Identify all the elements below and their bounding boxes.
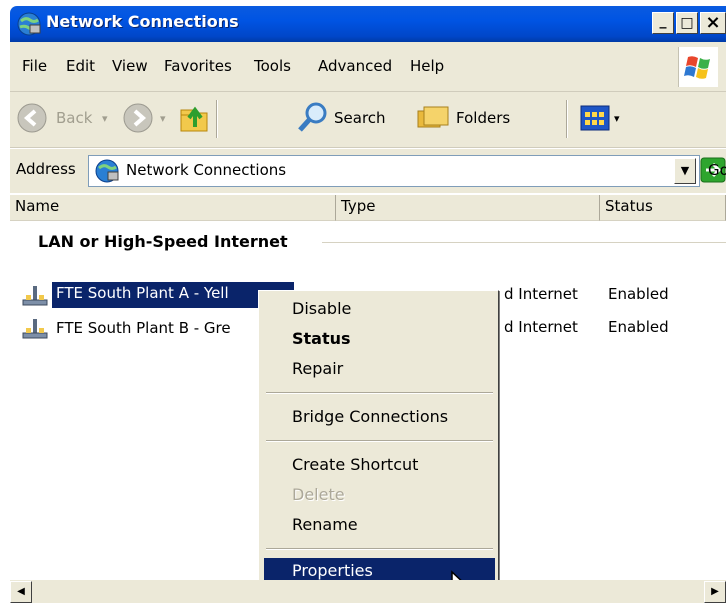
back-button-label[interactable]: Back [56, 109, 92, 127]
menu-help[interactable]: Help [410, 57, 444, 75]
menu-item-rename[interactable]: Rename [264, 512, 495, 540]
group-header: LAN or High-Speed Internet [38, 232, 288, 251]
views-dropdown-icon[interactable]: ▾ [614, 112, 620, 125]
menu-file[interactable]: File [22, 57, 47, 75]
connection-type: d Internet [504, 285, 578, 303]
close-button[interactable]: × [700, 12, 726, 34]
connection-status: Enabled [608, 285, 669, 303]
up-folder-icon[interactable] [178, 101, 212, 135]
menu-advanced[interactable]: Advanced [318, 57, 392, 75]
search-button-label[interactable]: Search [334, 109, 386, 127]
menu-favorites[interactable]: Favorites [164, 57, 232, 75]
horizontal-scrollbar[interactable] [10, 580, 726, 603]
connection-type: d Internet [504, 318, 578, 336]
connection-name[interactable]: FTE South Plant B - Gre [56, 319, 231, 337]
folders-icon[interactable] [416, 101, 452, 133]
scroll-right-arrow-icon[interactable]: ▶ [704, 581, 726, 603]
menu-item-create-shortcut[interactable]: Create Shortcut [264, 452, 495, 480]
go-button-label[interactable]: Go [708, 161, 726, 179]
column-header-status[interactable]: Status [600, 195, 726, 221]
windows-logo-icon [678, 47, 718, 87]
back-arrow-icon[interactable] [16, 102, 48, 134]
toolbar-separator [566, 100, 568, 138]
lan-connection-icon[interactable] [20, 284, 50, 308]
column-header-name[interactable]: Name [10, 195, 336, 221]
network-connections-icon [16, 11, 42, 37]
window-title: Network Connections [46, 12, 239, 31]
toolbar-separator [216, 100, 218, 138]
lan-connection-icon[interactable] [20, 317, 50, 341]
menu-item-repair[interactable]: Repair [264, 356, 495, 384]
menu-view[interactable]: View [112, 57, 148, 75]
connection-status: Enabled [608, 318, 669, 336]
search-icon[interactable] [296, 100, 330, 134]
menu-separator [266, 392, 493, 394]
network-connections-icon [94, 158, 120, 184]
maximize-button[interactable]: □ [676, 12, 698, 34]
minimize-button[interactable]: _ [652, 12, 674, 34]
scroll-left-arrow-icon[interactable]: ◀ [10, 581, 32, 603]
column-header-type[interactable]: Type [336, 195, 600, 221]
menu-item-status[interactable]: Status [264, 326, 495, 354]
forward-dropdown-icon[interactable]: ▾ [160, 112, 166, 125]
menu-item-delete: Delete [292, 485, 345, 504]
back-dropdown-icon[interactable]: ▾ [102, 112, 108, 125]
group-divider [322, 242, 726, 243]
menu-item-bridge-connections[interactable]: Bridge Connections [264, 404, 495, 432]
views-icon[interactable] [580, 104, 610, 132]
address-dropdown-button[interactable]: ▼ [674, 158, 696, 184]
menu-tools[interactable]: Tools [254, 57, 291, 75]
folders-button-label[interactable]: Folders [456, 109, 510, 127]
menu-separator [266, 548, 493, 550]
address-label: Address [16, 160, 76, 178]
address-value[interactable]: Network Connections [126, 161, 286, 179]
menu-item-disable[interactable]: Disable [264, 296, 495, 324]
menu-separator [266, 440, 493, 442]
menu-edit[interactable]: Edit [66, 57, 95, 75]
forward-arrow-icon[interactable] [122, 102, 154, 134]
